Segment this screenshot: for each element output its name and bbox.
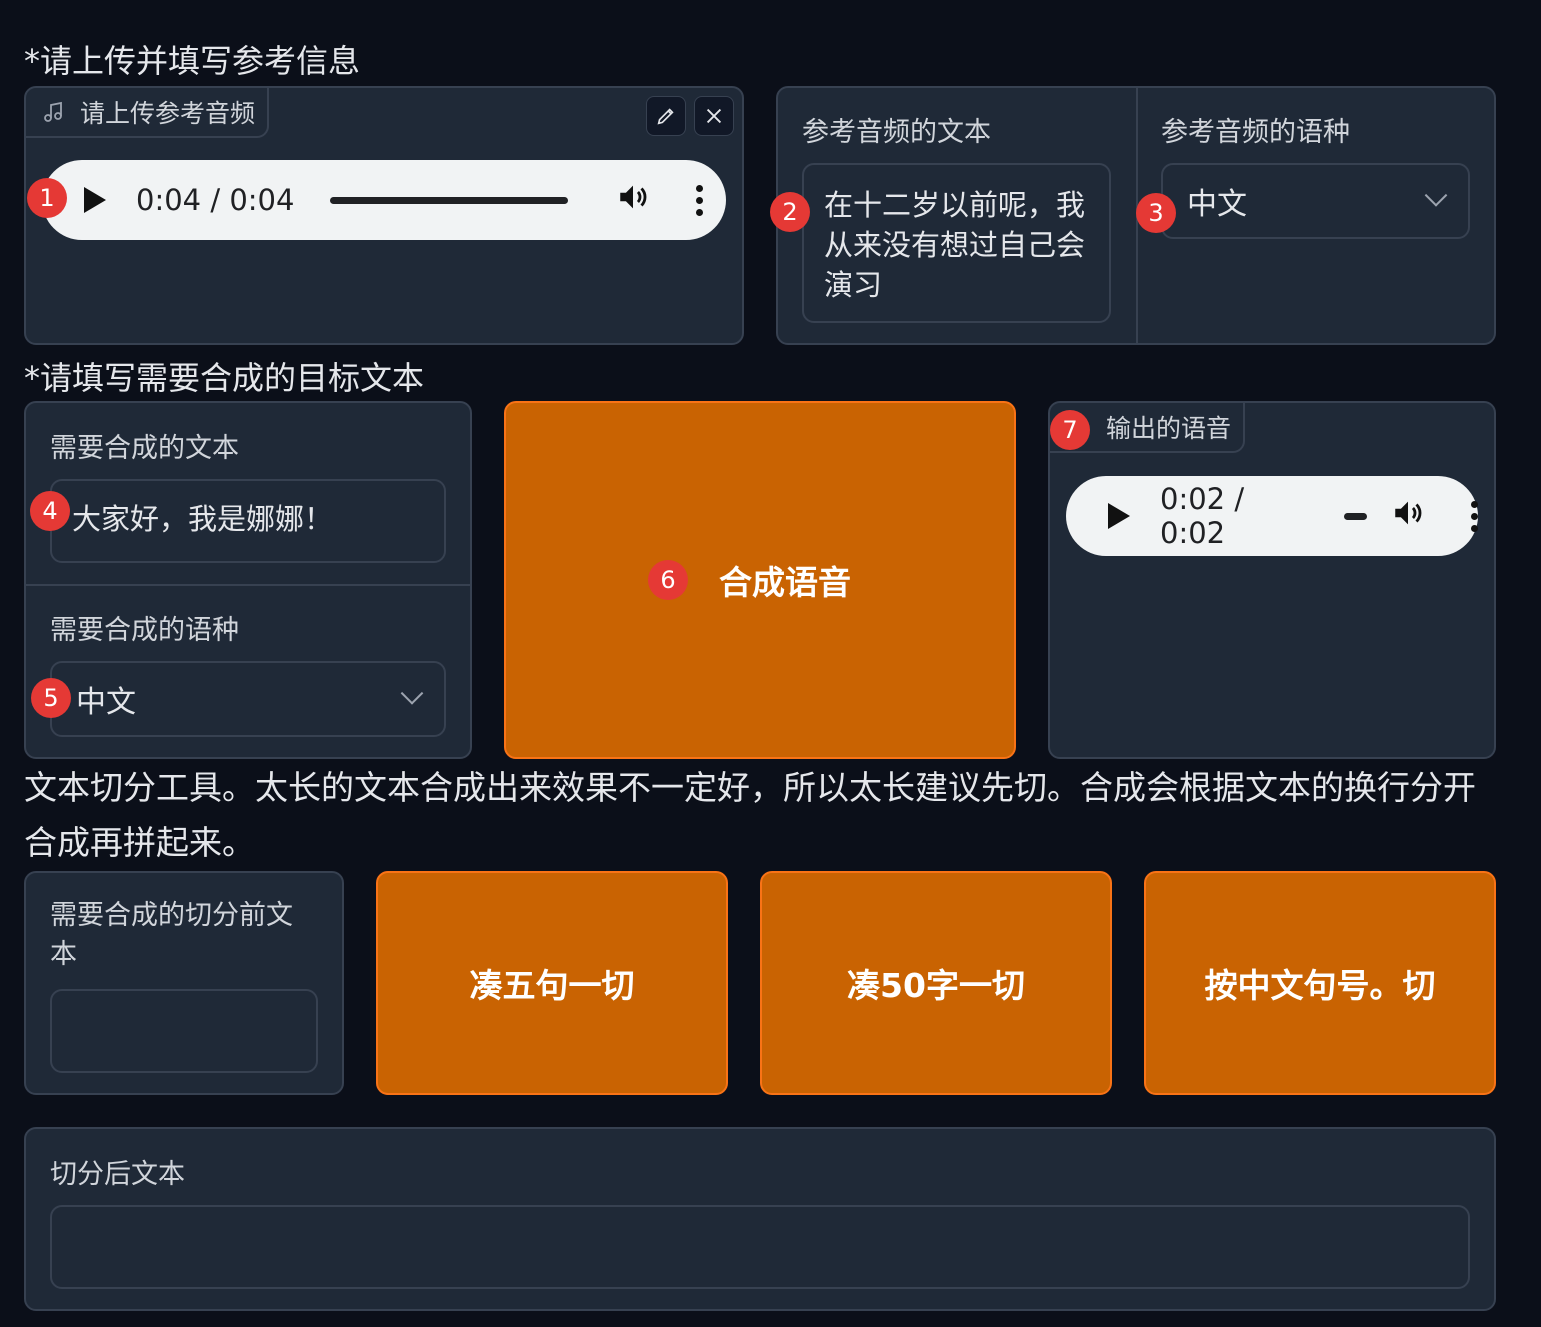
play-icon[interactable] — [84, 187, 106, 213]
split-tool-description: 文本切分工具。太长的文本合成出来效果不一定好，所以太长建议先切。合成会根据文本的… — [24, 768, 1476, 862]
target-section-heading: *请填写需要合成的目标文本 — [24, 359, 425, 397]
volume-icon[interactable] — [1391, 496, 1425, 537]
target-text-label: 需要合成的文本 — [50, 433, 239, 464]
annotation-badge-2: 2 — [770, 192, 810, 232]
panel-divider — [26, 584, 470, 586]
split-by-chinese-period-button[interactable]: 按中文句号。切 — [1144, 871, 1496, 1095]
reference-language-dropdown[interactable]: 中文 — [1161, 163, 1470, 239]
output-audio-label: 输出的语音 — [1106, 414, 1232, 443]
annotation-badge-1: 1 — [27, 178, 67, 218]
target-language-dropdown[interactable]: 中文 — [50, 661, 446, 737]
annotation-badge-7: 7 — [1050, 410, 1090, 450]
reference-audio-label: 请上传参考音频 — [80, 99, 256, 128]
output-audio-time: 0:02 / 0:02 — [1160, 482, 1245, 550]
annotation-badge-4: 4 — [30, 491, 70, 531]
split-every-five-sentences-button[interactable]: 凑五句一切 — [376, 871, 728, 1095]
pre-split-text-label: 需要合成的切分前文本 — [50, 900, 293, 970]
output-audio-panel: 输出的语音 — [1048, 401, 1496, 759]
synthesize-button[interactable]: 合成语音 — [504, 401, 1016, 759]
post-split-text-input[interactable] — [50, 1205, 1470, 1289]
reference-text-label: 参考音频的文本 — [802, 117, 991, 148]
reference-text-input[interactable]: 在十二岁以前呢，我从来没有想过自己会演习 — [802, 163, 1111, 323]
reference-language-value: 中文 — [1187, 187, 1247, 222]
reference-audio-label-tab: 请上传参考音频 — [26, 88, 269, 138]
target-language-label: 需要合成的语种 — [50, 615, 239, 646]
chevron-down-icon — [400, 682, 424, 705]
output-audio-progress[interactable] — [1343, 512, 1367, 520]
split-every-50-chars-button[interactable]: 凑50字一切 — [760, 871, 1112, 1095]
edit-icon[interactable] — [646, 96, 686, 136]
split-button-label: 凑五句一切 — [469, 966, 635, 1005]
music-note-icon — [42, 100, 66, 124]
reference-audio-time: 0:04 / 0:04 — [136, 183, 295, 217]
close-icon[interactable] — [694, 96, 734, 136]
reference-language-label: 参考音频的语种 — [1161, 117, 1350, 148]
split-button-label: 凑50字一切 — [847, 966, 1025, 1005]
synthesize-button-label: 合成语音 — [719, 563, 851, 602]
play-icon[interactable] — [1108, 503, 1130, 529]
more-options-icon[interactable] — [1471, 500, 1478, 532]
annotation-badge-3: 3 — [1136, 193, 1176, 233]
annotation-badge-6: 6 — [648, 560, 688, 600]
target-language-value: 中文 — [76, 685, 136, 720]
output-audio-player[interactable]: 0:02 / 0:02 — [1066, 476, 1478, 556]
annotation-badge-5: 5 — [31, 678, 71, 718]
split-button-label: 按中文句号。切 — [1204, 966, 1436, 1005]
pre-split-text-input[interactable] — [50, 989, 318, 1073]
reference-audio-player[interactable]: 0:04 / 0:04 — [42, 160, 726, 240]
post-split-text-label: 切分后文本 — [50, 1159, 185, 1190]
reference-section-heading: *请上传并填写参考信息 — [24, 42, 361, 80]
reference-audio-progress[interactable] — [330, 196, 569, 204]
volume-icon[interactable] — [616, 180, 650, 221]
target-text-input[interactable]: 大家好，我是娜娜！ — [50, 479, 446, 563]
chevron-down-icon — [1424, 184, 1448, 207]
more-options-icon[interactable] — [696, 184, 704, 216]
